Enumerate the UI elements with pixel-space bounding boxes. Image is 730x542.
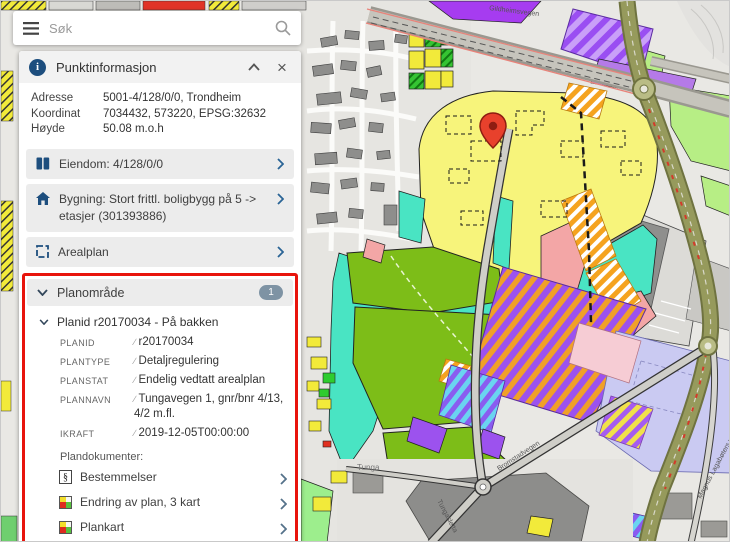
point-info-panel: i Punktinformasjon × Adresse 5001-4/128/…: [19, 51, 301, 542]
chevron-down-icon: [39, 319, 49, 325]
plan-detail-row: PLANSTAT ∕Endelig vedtatt arealplan: [27, 371, 293, 390]
address-value: 50.08 m.o.h: [103, 122, 164, 138]
cadastre-icon: [36, 157, 50, 170]
edit-tick-icon: ∕: [134, 337, 136, 347]
address-label: Koordinat: [31, 107, 103, 123]
plan-detail-row: PLANID ∕r20170034: [27, 333, 293, 352]
plan-detail-row: PLANTYPE ∕Detaljregulering: [27, 352, 293, 371]
plan-map-icon: [59, 496, 72, 509]
detail-value: ∕Endelig vedtatt arealplan: [134, 373, 287, 388]
planomrade-count-badge: 1: [259, 285, 283, 300]
address-label: Adresse: [31, 91, 103, 107]
arealplan-label: Arealplan: [58, 243, 268, 261]
document-row-endring[interactable]: Endring av plan, 3 kart: [27, 490, 293, 515]
plandokumenter-label: Plandokumenter:: [27, 443, 293, 465]
eiendom-row[interactable]: Eiendom: 4/128/0/0: [26, 149, 294, 179]
address-block: Adresse 5001-4/128/0/0, Trondheim Koordi…: [19, 83, 301, 144]
chevron-up-icon: [248, 63, 260, 71]
arealplan-row[interactable]: Arealplan: [26, 237, 294, 267]
detail-label: PLANSTAT: [60, 373, 134, 388]
collapse-button[interactable]: [245, 58, 263, 76]
chevron-down-icon: [37, 289, 48, 296]
house-icon: [36, 192, 50, 205]
chevron-right-icon: [277, 158, 284, 170]
address-row: Høyde 50.08 m.o.h: [31, 122, 289, 138]
bygning-row[interactable]: Bygning: Stort frittl. boligbygg på 5 ->…: [26, 184, 294, 232]
address-row: Koordinat 7034432, 573220, EPSG:32632: [31, 107, 289, 123]
edit-tick-icon: ∕: [134, 428, 136, 438]
menu-icon[interactable]: [23, 22, 39, 35]
detail-value: ∕Tungavegen 1, gnr/bnr 4/13, 4/2 m.fl.: [134, 392, 287, 422]
paragraph-icon: §: [59, 470, 72, 484]
detail-value: ∕r20170034: [134, 335, 287, 350]
plan-subheader[interactable]: Planid r20170034 - På bakken: [27, 306, 293, 333]
plan-map-icon: [59, 521, 72, 534]
document-row-bestemmelser[interactable]: § Bestemmelser: [27, 465, 293, 490]
document-label: Plankart: [80, 520, 272, 534]
close-icon: ×: [277, 59, 287, 76]
detail-label: IKRAFT: [60, 426, 134, 441]
edit-tick-icon: ∕: [134, 356, 136, 366]
edit-tick-icon: ∕: [134, 394, 136, 404]
address-value: 7034432, 573220, EPSG:32632: [103, 107, 266, 123]
plan-detail-row: IKRAFT ∕2019-12-05T00:00:00: [27, 424, 293, 443]
address-value: 5001-4/128/0/0, Trondheim: [103, 91, 241, 107]
address-row: Adresse 5001-4/128/0/0, Trondheim: [31, 91, 289, 107]
search-icon[interactable]: [275, 20, 291, 36]
bygning-label: Bygning: Stort frittl. boligbygg på 5 ->…: [59, 190, 268, 226]
chevron-right-icon: [277, 193, 284, 205]
edit-tick-icon: ∕: [134, 375, 136, 385]
plan-detail-row: PLANNAVN ∕Tungavegen 1, gnr/bnr 4/13, 4/…: [27, 390, 293, 424]
area-label: Tunga: [357, 463, 380, 472]
planomrade-section-header[interactable]: Planområde 1: [27, 279, 293, 306]
chevron-right-icon: [280, 523, 287, 535]
document-label: Bestemmelser: [80, 470, 272, 484]
search-bar: [13, 11, 301, 45]
detail-value: ∕Detaljregulering: [134, 354, 287, 369]
info-icon: i: [29, 59, 46, 76]
detail-label: PLANID: [60, 335, 134, 350]
address-label: Høyde: [31, 122, 103, 138]
chevron-right-icon: [280, 498, 287, 510]
search-input[interactable]: [49, 21, 265, 36]
chevron-right-icon: [277, 246, 284, 258]
panel-title: Punktinformasjon: [56, 60, 235, 75]
detail-label: PLANNAVN: [60, 392, 134, 422]
eiendom-label: Eiendom: 4/128/0/0: [59, 155, 268, 173]
plan-boundary-icon: [36, 245, 49, 258]
detail-label: PLANTYPE: [60, 354, 134, 369]
document-row-plankart[interactable]: Plankart: [27, 515, 293, 540]
plan-header-label: Planid r20170034 - På bakken: [57, 315, 218, 329]
chevron-right-icon: [280, 473, 287, 485]
close-button[interactable]: ×: [273, 58, 291, 76]
app-window: Gildheimsvegen Bromstadvegen Tungasletta…: [0, 0, 730, 542]
planomrade-highlight-box: Planområde 1 Planid r20170034 - På bakke…: [22, 273, 298, 542]
document-label: Endring av plan, 3 kart: [80, 495, 272, 509]
panel-header: i Punktinformasjon ×: [19, 51, 301, 83]
planomrade-title: Planområde: [57, 286, 250, 300]
detail-value: ∕2019-12-05T00:00:00: [134, 426, 287, 441]
